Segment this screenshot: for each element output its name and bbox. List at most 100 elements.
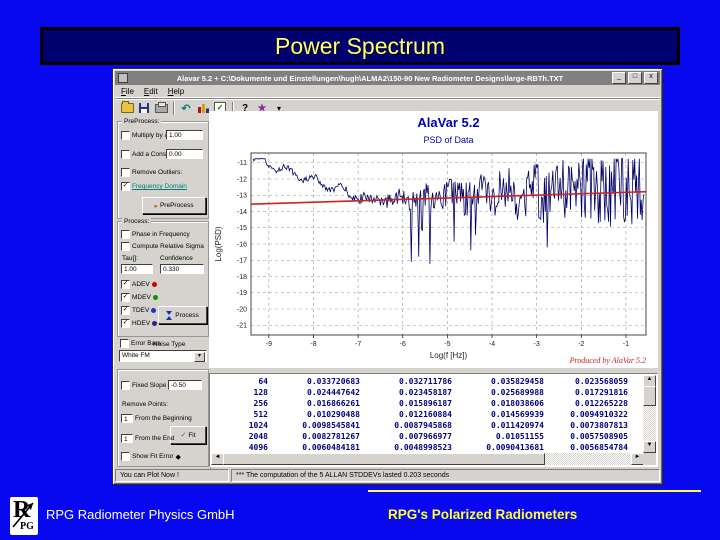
tau-cell: 128 <box>253 388 268 397</box>
process-button-hourglass-icon <box>166 310 173 320</box>
dev-value-cell: 0.023458187 <box>399 388 452 397</box>
dev-value-cell: 0.012160884 <box>399 410 452 419</box>
control-panel: PreProcess: Multiply by a = 1.00 Add a C… <box>115 117 211 469</box>
remove-end-label: From the End <box>135 435 175 442</box>
dropdown-arrow-icon[interactable]: ▾ <box>194 352 205 362</box>
dev-value-cell: 0.017291816 <box>575 388 628 397</box>
svg-text:-12: -12 <box>237 176 247 183</box>
remove-outliers-checkbox[interactable] <box>121 168 130 177</box>
toolbar-separator <box>173 101 175 115</box>
dev-value-cell: 0.0090413681 <box>486 443 544 452</box>
tau-cell: 64 <box>258 377 268 386</box>
footer-divider-line <box>368 490 701 492</box>
remove-begin-input[interactable]: 1 <box>121 414 133 423</box>
table-row: 64 0.033720683 0.032711786 0.035829458 0.023… <box>212 376 630 387</box>
save-icon <box>139 103 149 113</box>
fit-button-icon: ✓ <box>180 432 187 439</box>
replot-icon[interactable]: ↶ <box>178 101 194 116</box>
tau-label: Tau[]: <box>122 255 138 262</box>
svg-text:Produced by AlaVar 5.2: Produced by AlaVar 5.2 <box>569 356 646 365</box>
table-vertical-scrollbar[interactable]: ▲ ▼ <box>643 375 656 453</box>
tau-input[interactable]: 1.00 <box>121 264 153 274</box>
fixed-slope-label: Fixed Slope = <box>132 382 172 389</box>
maximize-button[interactable]: □ <box>628 72 642 84</box>
dev-value-cell: 0.0098545841 <box>302 421 360 430</box>
relative-sigma-label: Compute Relative Sigma <box>132 243 204 250</box>
show-fit-checkbox[interactable] <box>121 452 130 461</box>
multiply-input[interactable]: 1.00 <box>166 130 203 140</box>
relative-sigma-checkbox[interactable] <box>121 242 130 251</box>
fit-button[interactable]: ✓ Fit <box>170 426 206 444</box>
remove-points-label: Remove Points: <box>122 401 168 408</box>
menu-file[interactable]: File <box>121 87 134 96</box>
results-table-rows: 64 0.033720683 0.032711786 0.035829458 0.023… <box>212 376 630 454</box>
svg-text:-8: -8 <box>310 341 316 348</box>
preprocess-button-icon: ▸ <box>154 202 158 210</box>
dev-row-tdev: TDEV <box>121 306 157 315</box>
save-icon[interactable] <box>136 101 152 116</box>
svg-text:-13: -13 <box>237 193 247 200</box>
menu-bar: File Edit Help <box>115 85 660 98</box>
status-message-left: You can Plot Now ! <box>115 469 229 482</box>
fixed-slope-checkbox[interactable] <box>121 381 130 390</box>
table-row: 512 0.010290488 0.012160884 0.014569939 0.00… <box>212 409 630 420</box>
add-constant-input[interactable]: 0.00 <box>166 149 203 159</box>
dev-value-cell: 0.018038606 <box>491 399 544 408</box>
hdev-checkbox[interactable] <box>121 319 130 328</box>
adev-checkbox[interactable] <box>121 280 130 289</box>
replot-icon: ↶ <box>181 102 191 115</box>
menu-edit[interactable]: Edit <box>144 87 158 96</box>
scroll-down-icon[interactable]: ▼ <box>643 441 656 453</box>
confidence-input[interactable]: 0.330 <box>160 264 204 274</box>
svg-text:-1: -1 <box>623 341 629 348</box>
dev-value-cell: 0.0048998523 <box>394 443 452 452</box>
remove-end-input[interactable]: 1 <box>121 434 133 443</box>
svg-text:-9: -9 <box>266 341 272 348</box>
svg-text:PSD of Data: PSD of Data <box>423 135 473 145</box>
print-icon[interactable] <box>153 101 169 116</box>
dev-value-cell: 0.033720683 <box>307 377 360 386</box>
tdev-label: TDEV <box>132 307 150 314</box>
svg-text:-3: -3 <box>534 341 540 348</box>
dev-value-cell: 0.0060484181 <box>302 443 360 452</box>
svg-text:-17: -17 <box>237 258 247 265</box>
results-table: 64 0.033720683 0.032711786 0.035829458 0.023… <box>209 373 658 467</box>
phase-frequency-checkbox[interactable] <box>121 230 130 239</box>
minimize-button[interactable]: _ <box>612 72 626 84</box>
window-titlebar[interactable]: Alavar 5.2 + C:\Dokumente und Einstellun… <box>115 71 660 85</box>
add-constant-checkbox[interactable] <box>121 150 130 159</box>
rpg-logo: R PG <box>10 497 38 535</box>
open-icon <box>120 101 134 113</box>
multiply-checkbox[interactable] <box>121 131 130 140</box>
tdev-color-dot-icon <box>151 308 157 313</box>
frequency-domain-checkbox[interactable] <box>121 182 130 191</box>
table-horizontal-scrollbar[interactable]: ◄ ► <box>211 453 644 465</box>
dev-value-cell: 0.0094910322 <box>570 410 628 419</box>
vertical-scroll-thumb[interactable] <box>643 386 656 406</box>
mdev-checkbox[interactable] <box>121 293 130 302</box>
dev-value-cell: 0.025689988 <box>491 388 544 397</box>
dev-row-mdev: MDEV <box>121 293 158 302</box>
fixed-slope-input[interactable]: -0.50 <box>168 380 202 390</box>
hdev-color-dot-icon <box>152 321 158 326</box>
process-group-label: Process: <box>122 218 152 225</box>
svg-text:-4: -4 <box>489 341 495 348</box>
footer-slide-topic: RPG's Polarized Radiometers <box>388 507 578 522</box>
dev-value-cell: 0.011420974 <box>491 421 544 430</box>
noise-type-dropdown[interactable]: White FM ▾ <box>119 350 207 362</box>
tdev-checkbox[interactable] <box>121 306 130 315</box>
dev-value-cell: 0.0082781267 <box>302 432 360 441</box>
table-row: 128 0.024447642 0.023458187 0.025689988 0.01… <box>212 387 630 398</box>
page-title: Power Spectrum <box>274 32 445 59</box>
phase-frequency-label: Phase in Frequency <box>132 231 190 238</box>
open-icon[interactable] <box>119 101 135 116</box>
horizontal-scroll-thumb[interactable] <box>223 453 545 465</box>
dev-value-cell: 0.035829458 <box>491 377 544 386</box>
error-bars-checkbox[interactable] <box>120 339 129 348</box>
process-button[interactable]: Process <box>158 306 207 324</box>
svg-text:AlaVar 5.2: AlaVar 5.2 <box>417 115 479 130</box>
preprocess-button[interactable]: ▸ PreProcess <box>142 197 206 214</box>
close-button[interactable]: x <box>644 72 658 84</box>
remove-outliers-label: Remove Outliers: <box>132 169 183 176</box>
menu-help[interactable]: Help <box>168 87 184 96</box>
